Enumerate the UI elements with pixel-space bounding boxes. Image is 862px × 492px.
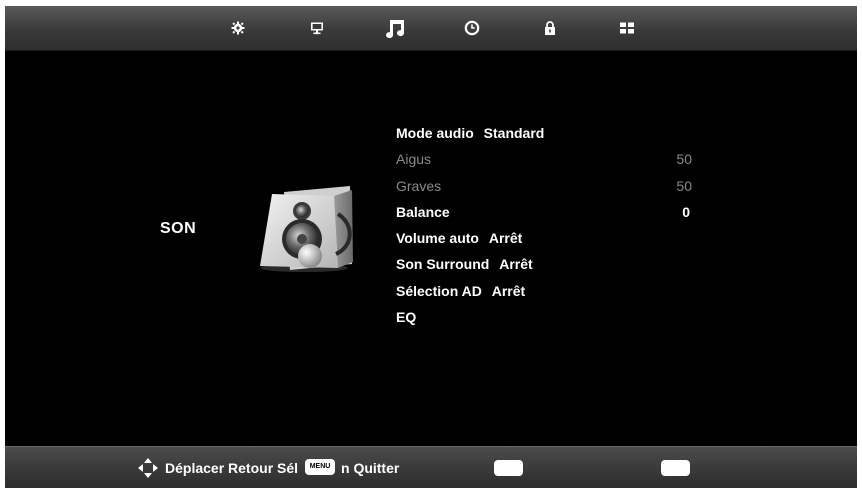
menu-item-aigus[interactable]: Aigus 50: [396, 146, 696, 172]
bottom-hint-bar: Déplacer Retour Sél n Quitter MENU: [5, 446, 857, 488]
menu-item-value: 0: [682, 203, 690, 220]
padlock-icon: [545, 21, 555, 35]
menu-item-label: Volume auto: [396, 230, 479, 247]
menu-item-label: Sélection AD: [396, 282, 482, 299]
tv-osd-screen: SON Mode audio Standard Aigus 50 Graves …: [5, 6, 857, 488]
menu-item-balance[interactable]: Balance 0: [396, 199, 696, 225]
menu-item-son-surround[interactable]: Son Surround Arrêt: [396, 251, 696, 277]
menu-item-value: 50: [676, 151, 692, 168]
tab-lock[interactable]: [537, 16, 563, 40]
speaker-icon: [254, 184, 356, 279]
menu-item-value: Standard: [483, 125, 545, 141]
menu-item-label: Balance: [396, 203, 450, 220]
music-note-icon: [386, 20, 405, 39]
menu-key-badge: MENU: [305, 459, 335, 475]
menu-item-value: 50: [676, 177, 692, 194]
menu-item-selection-ad[interactable]: Sélection AD Arrêt: [396, 278, 696, 304]
sound-menu-list: Mode audio Standard Aigus 50 Graves 50 B…: [396, 120, 696, 330]
gear-icon: [231, 21, 245, 35]
menu-item-graves[interactable]: Graves 50: [396, 173, 696, 199]
menu-item-value: Arrêt: [499, 256, 533, 273]
menu-item-value: Arrêt: [491, 282, 526, 299]
hint-move-back-select: Déplacer Retour Sél: [165, 460, 299, 476]
four-way-arrows-icon: [138, 458, 158, 478]
menu-item-volume-auto[interactable]: Volume auto Arrêt: [396, 225, 696, 251]
menu-item-label: Graves: [396, 177, 442, 194]
blank-key-button[interactable]: [494, 460, 523, 476]
hint-quit: n Quitter: [341, 460, 400, 476]
top-menu-bar: [5, 6, 857, 51]
blank-key-button[interactable]: [661, 460, 690, 476]
section-title: SON: [160, 220, 197, 237]
tab-setup[interactable]: [614, 16, 640, 40]
tab-sound[interactable]: [382, 16, 408, 40]
tab-picture[interactable]: [225, 16, 251, 40]
clock-icon: [464, 20, 480, 36]
menu-item-mode-audio[interactable]: Mode audio Standard: [396, 120, 696, 146]
tab-screen[interactable]: [304, 16, 330, 40]
monitor-icon: [311, 22, 323, 35]
grid-icon: [620, 22, 634, 34]
menu-item-label: Son Surround: [396, 256, 490, 273]
menu-item-label: Aigus: [396, 151, 432, 168]
menu-item-eq[interactable]: EQ: [396, 304, 696, 330]
tab-time[interactable]: [459, 16, 485, 40]
menu-item-label: EQ: [396, 309, 417, 326]
menu-item-value: Arrêt: [488, 230, 523, 247]
menu-item-label: Mode audio: [396, 125, 474, 141]
